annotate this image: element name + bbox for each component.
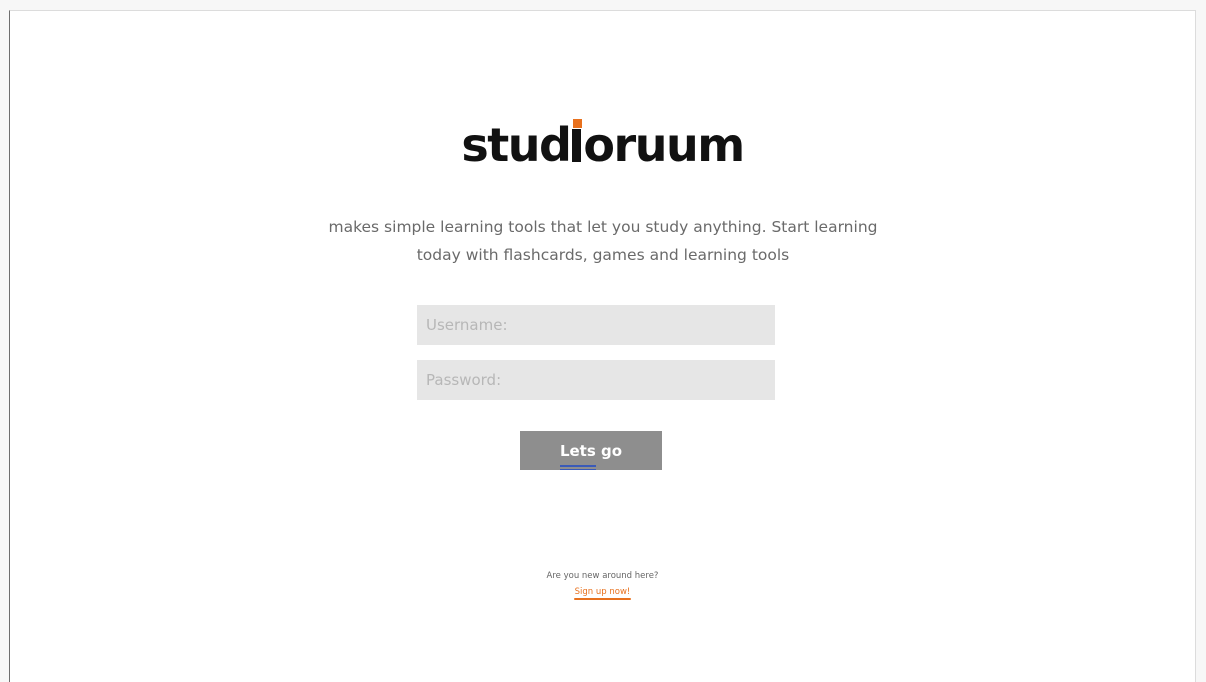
logo-i-stem bbox=[572, 129, 582, 162]
new-user-prompt: Are you new around here? bbox=[546, 571, 659, 581]
tagline-line-2: today with flashcards, games and learnin… bbox=[416, 246, 790, 264]
logo-orange-dot-icon bbox=[572, 119, 582, 128]
tagline: makes simple learning tools that let you… bbox=[260, 213, 946, 269]
username-input[interactable] bbox=[417, 305, 775, 345]
lets-go-label-rest: go bbox=[595, 442, 623, 460]
login-page: stud oruum makes simple learning tools th… bbox=[9, 10, 1196, 682]
studioruum-logo: stud oruum bbox=[10, 117, 1195, 173]
logo-text-end: oruum bbox=[583, 118, 745, 172]
logo-i-with-dot bbox=[570, 117, 583, 173]
password-input[interactable] bbox=[417, 360, 775, 400]
tagline-line-1: makes simple learning tools that let you… bbox=[328, 218, 878, 236]
lets-go-button[interactable]: Lets go bbox=[520, 431, 662, 470]
signup-link-row: Sign up now! bbox=[10, 587, 1195, 600]
logo-text-start: stud bbox=[461, 118, 572, 172]
sign-up-link[interactable]: Sign up now! bbox=[573, 587, 632, 600]
lets-go-label-underlined: Lets bbox=[559, 432, 596, 471]
